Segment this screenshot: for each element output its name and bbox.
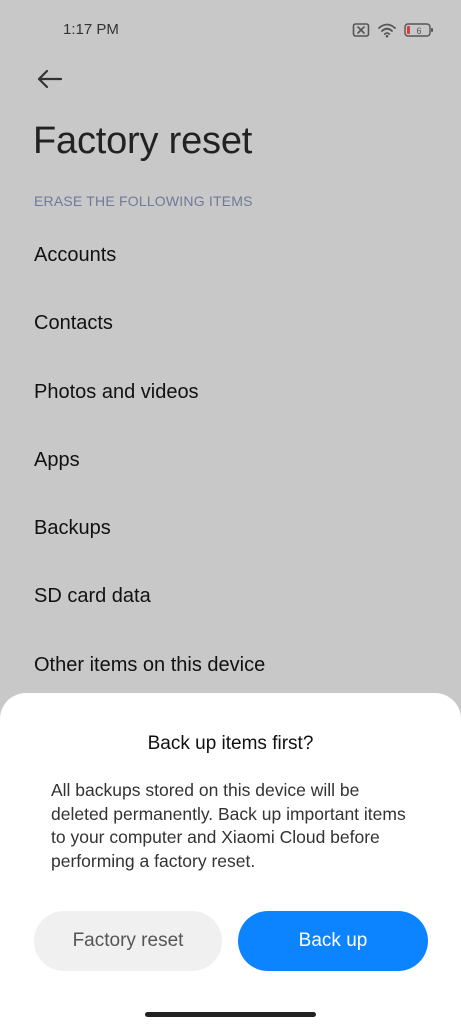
battery-icon: 6 [404, 22, 434, 38]
list-item-sd-card-data: SD card data [34, 585, 151, 608]
list-item-backups: Backups [34, 517, 111, 540]
section-header: ERASE THE FOLLOWING ITEMS [34, 193, 253, 209]
status-time: 1:17 PM [63, 21, 119, 38]
dialog-title: Back up items first? [147, 733, 314, 754]
back-button[interactable] [34, 64, 66, 96]
back-arrow-icon [34, 69, 66, 100]
status-icons: 6 [352, 22, 434, 38]
back-up-button[interactable]: Back up [238, 911, 428, 971]
no-sim-icon [352, 22, 370, 38]
list-item-apps: Apps [34, 448, 80, 471]
factory-reset-button[interactable]: Factory reset [34, 911, 222, 971]
backup-dialog: Back up items first? All backups stored … [0, 693, 461, 1024]
wifi-icon [378, 23, 396, 38]
status-bar: 1:17 PM 6 [0, 0, 461, 60]
battery-level: 6 [416, 26, 421, 36]
home-indicator[interactable] [145, 1012, 316, 1017]
page-title: Factory reset [33, 120, 253, 162]
list-item-accounts: Accounts [34, 244, 117, 266]
erase-items-list: Accounts Contacts Photos and videos Apps… [34, 232, 265, 710]
list-item-contacts: Contacts [34, 312, 113, 335]
dialog-message: All backups stored on this device will b… [51, 780, 406, 871]
list-item-photos-and-videos: Photos and videos [34, 380, 199, 403]
